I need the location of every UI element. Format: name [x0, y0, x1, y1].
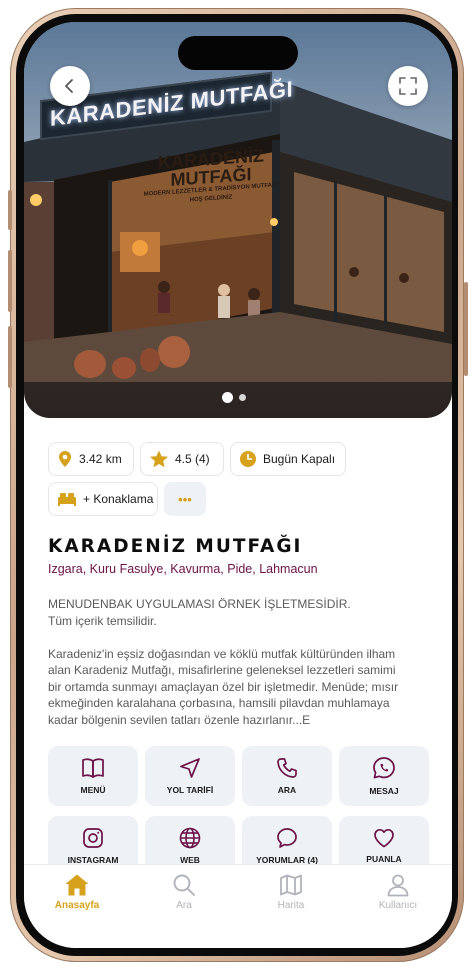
fullscreen-button[interactable] — [388, 66, 428, 106]
menu-button[interactable]: MENÜ — [48, 746, 138, 806]
star-icon — [150, 450, 168, 468]
notice-line-2: Tüm içerik temsilidir. — [48, 613, 157, 628]
instagram-icon — [83, 828, 103, 848]
carousel-dot[interactable] — [239, 394, 246, 401]
hours-text: Bugün Kapalı — [263, 452, 336, 466]
phone-icon — [277, 758, 297, 778]
directions-label: YOL TARİFİ — [166, 785, 214, 795]
hours-chip[interactable]: Bugün Kapalı — [230, 442, 346, 476]
call-button[interactable]: ARA — [242, 746, 332, 806]
phone-volume-down — [8, 326, 12, 388]
venue-description: MENUDENBAK UYGULAMASI ÖRNEK İŞLETMESİDİR… — [48, 596, 408, 728]
dynamic-island — [178, 36, 298, 70]
interior-sign: KARADENİZ MUTFAĞI MODERN LEZZETLER & TRA… — [136, 145, 286, 209]
more-chip[interactable]: ••• — [164, 482, 206, 516]
tab-search-label: Ara — [176, 900, 192, 911]
home-icon — [65, 874, 89, 896]
comment-icon — [277, 828, 297, 848]
navigation-icon — [180, 758, 200, 778]
description-text: Karadeniz'in eşsiz doğasından ve köklü m… — [48, 646, 399, 727]
message-label: MESAJ — [369, 786, 399, 796]
tab-home[interactable]: Anasayfa — [42, 873, 112, 911]
rate-label: PUANLA — [366, 854, 402, 864]
rating-text: 4.5 (4) — [175, 452, 210, 466]
tab-home-label: Anasayfa — [54, 900, 100, 911]
phone-volume-up — [8, 250, 12, 312]
rating-chip[interactable]: 4.5 (4) — [140, 442, 224, 476]
message-button[interactable]: MESAJ — [339, 746, 429, 806]
more-icon: ••• — [178, 491, 192, 507]
accommodation-chip[interactable]: + Konaklama — [48, 482, 158, 516]
clock-icon — [240, 451, 256, 467]
accommodation-text: + Konaklama — [83, 492, 154, 506]
call-label: ARA — [277, 785, 297, 795]
carousel-dot-active[interactable] — [222, 392, 233, 403]
book-icon — [82, 758, 104, 778]
bed-icon — [58, 493, 76, 506]
directions-button[interactable]: YOL TARİFİ — [145, 746, 235, 806]
globe-icon — [179, 827, 201, 849]
location-pin-icon — [59, 451, 71, 467]
venue-photo-carousel[interactable]: KARADENİZ MUTFAĞI KARADENİZ MUTFAĞI MODE… — [24, 22, 452, 418]
chevron-left-icon — [65, 79, 73, 93]
carousel-dots — [222, 392, 246, 403]
distance-text: 3.42 km — [79, 452, 122, 466]
whatsapp-icon — [373, 757, 395, 779]
tab-user-label: Kullanıcı — [378, 900, 418, 911]
tab-search[interactable]: Ara — [149, 873, 219, 911]
search-icon — [173, 874, 195, 896]
app-screen: KARADENİZ MUTFAĞI KARADENİZ MUTFAĞI MODE… — [24, 22, 452, 948]
tab-user[interactable]: Kullanıcı — [363, 873, 433, 911]
user-icon — [387, 874, 409, 897]
menu-label: MENÜ — [80, 785, 106, 795]
bottom-tab-bar: Anasayfa Ara Harita Kullanıcı — [24, 864, 452, 948]
heart-icon — [374, 828, 394, 848]
map-icon — [280, 874, 302, 896]
phone-side-button — [8, 190, 12, 230]
notice-line-1: MENUDENBAK UYGULAMASI ÖRNEK İŞLETMESİDİR… — [48, 597, 351, 611]
phone-power-button — [464, 282, 468, 376]
distance-chip[interactable]: 3.42 km — [48, 442, 134, 476]
venue-cuisines: Izgara, Kuru Fasulye, Kavurma, Pide, Lah… — [48, 562, 318, 576]
back-button[interactable] — [50, 66, 90, 106]
tab-map[interactable]: Harita — [256, 873, 326, 911]
expand-icon — [399, 77, 417, 95]
tab-map-label: Harita — [277, 900, 305, 911]
venue-name: KARADENİZ MUTFAĞI — [48, 536, 303, 557]
